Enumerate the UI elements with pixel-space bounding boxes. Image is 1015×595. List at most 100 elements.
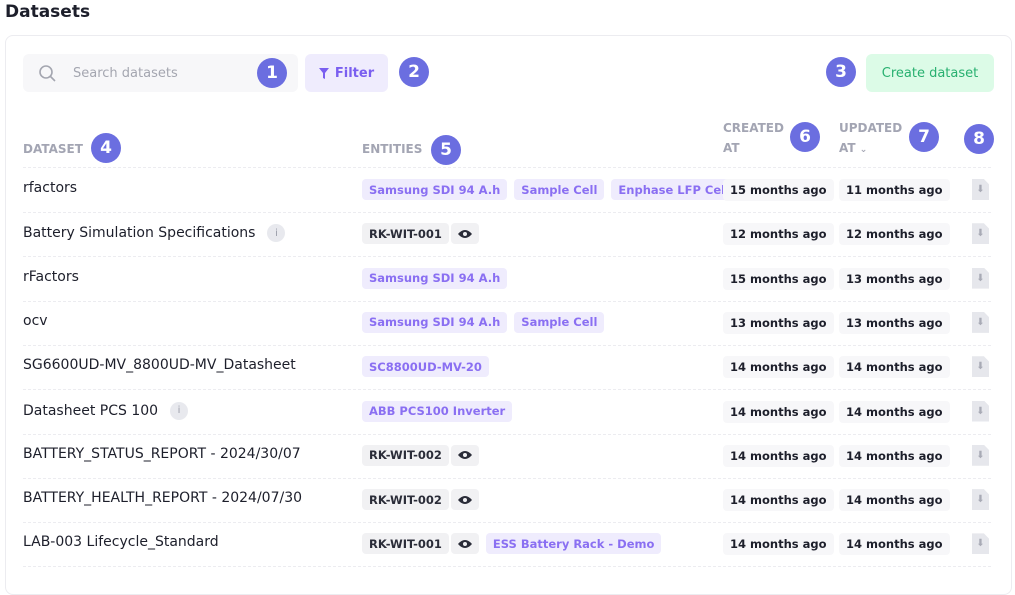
- download-icon[interactable]: ⬇: [972, 179, 989, 200]
- created-at: 15 months ago: [723, 267, 834, 290]
- download-icon[interactable]: ⬇: [972, 444, 989, 466]
- table-row[interactable]: BATTERY_STATUS_REPORT - 2024/30/07 RK-WI…: [0, 434, 1015, 479]
- dataset-name-cell[interactable]: SG6600UD-MV_8800UD-MV_Datasheet: [23, 357, 296, 373]
- eye-icon[interactable]: [450, 489, 479, 511]
- entities-cell: ABB PCS100 Inverter: [362, 400, 513, 422]
- entity-tag[interactable]: RK-WIT-002: [362, 444, 449, 466]
- dataset-name-cell[interactable]: rfactors: [23, 180, 77, 196]
- download-icon[interactable]: ⬇: [972, 311, 989, 333]
- column-header-updated-at[interactable]: UPDATED AT ⌄: [839, 118, 902, 160]
- marker-8: 8: [964, 124, 994, 154]
- updated-at: 13 months ago: [839, 267, 950, 290]
- dataset-name-cell[interactable]: ocv: [23, 313, 48, 329]
- entities-cell: RK-WIT-002: [362, 444, 479, 466]
- info-icon[interactable]: i: [170, 401, 189, 420]
- entities-cell: RK-WIT-001: [362, 223, 479, 245]
- chevron-down-icon: ⌄: [859, 145, 868, 155]
- entities-cell: Samsung SDI 94 A.h: [362, 267, 508, 289]
- filter-label: Filter: [334, 65, 375, 81]
- updated-at: 11 months ago: [839, 179, 950, 201]
- created-label-2: AT: [723, 141, 740, 155]
- column-header-dataset[interactable]: DATASET: [23, 139, 83, 159]
- dataset-name[interactable]: BATTERY_STATUS_REPORT - 2024/30/07: [23, 446, 301, 462]
- entity-tag[interactable]: RK-WIT-002: [362, 489, 449, 511]
- updated-at: 13 months ago: [839, 311, 950, 334]
- updated-at: 14 months ago: [839, 444, 950, 467]
- page-title: Datasets: [5, 2, 91, 22]
- download-icon[interactable]: ⬇: [972, 489, 989, 511]
- info-icon[interactable]: i: [267, 224, 286, 243]
- filter-button[interactable]: Filter: [305, 54, 388, 92]
- search-input[interactable]: [73, 54, 273, 92]
- entity-tag[interactable]: Sample Cell: [514, 179, 605, 200]
- created-at: 12 months ago: [723, 223, 834, 246]
- entity-tag[interactable]: ESS Battery Rack - Demo: [485, 533, 662, 555]
- entities-cell: Samsung SDI 94 A.h Sample Cell: [362, 311, 605, 333]
- table-row[interactable]: rFactors Samsung SDI 94 A.h 15 months ag…: [0, 257, 1015, 302]
- table-row[interactable]: ocv Samsung SDI 94 A.h Sample Cell 13 mon…: [0, 301, 1015, 346]
- entity-tag[interactable]: SC8800UD-MV-20: [362, 356, 489, 378]
- updated-at: 14 months ago: [839, 489, 950, 512]
- updated-label-1: UPDATED: [839, 121, 903, 135]
- eye-icon[interactable]: [450, 223, 479, 245]
- download-icon[interactable]: ⬇: [972, 533, 989, 555]
- entities-cell: RK-WIT-001 ESS Battery Rack - Demo: [362, 533, 662, 555]
- eye-icon[interactable]: [450, 533, 479, 555]
- created-label-1: CREATED: [723, 121, 784, 135]
- created-at: 14 months ago: [723, 489, 834, 512]
- row-divider: [23, 566, 991, 568]
- updated-at: 12 months ago: [839, 223, 950, 246]
- marker-2: 2: [399, 57, 429, 87]
- entities-cell: SC8800UD-MV-20: [362, 356, 489, 378]
- dataset-name[interactable]: Battery Simulation Specifications: [23, 225, 255, 241]
- marker-7: 7: [909, 122, 939, 152]
- dataset-name-cell[interactable]: Datasheet PCS 100 i: [23, 401, 189, 420]
- dataset-name-cell[interactable]: BATTERY_STATUS_REPORT - 2024/30/07: [23, 446, 301, 462]
- entity-tag[interactable]: Enphase LFP Cell: [611, 179, 737, 200]
- entity-tag[interactable]: ABB PCS100 Inverter: [362, 400, 513, 422]
- updated-at: 14 months ago: [839, 400, 950, 423]
- table-row[interactable]: rfactors Samsung SDI 94 A.h Sample Cell En…: [0, 168, 1015, 213]
- download-icon[interactable]: ⬇: [972, 356, 989, 378]
- dataset-name-cell[interactable]: BATTERY_HEALTH_REPORT - 2024/07/30: [23, 490, 302, 506]
- dataset-name[interactable]: SG6600UD-MV_8800UD-MV_Datasheet: [23, 357, 296, 373]
- dataset-name[interactable]: BATTERY_HEALTH_REPORT - 2024/07/30: [23, 490, 302, 506]
- dataset-name[interactable]: rfactors: [23, 180, 77, 196]
- table-row[interactable]: Battery Simulation Specifications i RK-WI…: [0, 212, 1015, 258]
- table-row[interactable]: Datasheet PCS 100 i ABB PCS100 Inverter 1…: [0, 390, 1015, 435]
- marker-3: 3: [826, 57, 856, 87]
- marker-6: 6: [790, 122, 820, 152]
- column-header-created-at[interactable]: CREATED AT: [723, 118, 784, 158]
- created-at: 14 months ago: [723, 533, 834, 556]
- dataset-name[interactable]: Datasheet PCS 100: [23, 403, 158, 419]
- dataset-name-cell[interactable]: Battery Simulation Specifications i: [23, 224, 286, 243]
- entity-tag[interactable]: Samsung SDI 94 A.h: [362, 311, 508, 333]
- marker-1: 1: [257, 58, 287, 88]
- dataset-name[interactable]: ocv: [23, 313, 48, 329]
- entity-tag[interactable]: Sample Cell: [514, 311, 605, 333]
- entity-tag[interactable]: RK-WIT-001: [362, 223, 449, 245]
- created-at: 15 months ago: [723, 179, 834, 201]
- download-icon[interactable]: ⬇: [972, 267, 989, 289]
- dataset-name-cell[interactable]: rFactors: [23, 269, 79, 285]
- table-row[interactable]: BATTERY_HEALTH_REPORT - 2024/07/30 RK-WI…: [0, 478, 1015, 524]
- download-icon[interactable]: ⬇: [972, 223, 989, 245]
- column-header-entities[interactable]: ENTITIES: [362, 139, 422, 159]
- updated-at: 14 months ago: [839, 356, 950, 379]
- entity-tag[interactable]: RK-WIT-001: [362, 533, 449, 555]
- marker-4: 4: [91, 133, 121, 163]
- table-row[interactable]: LAB-003 Lifecycle_Standard RK-WIT-001 ESS…: [0, 522, 1015, 568]
- entity-tag[interactable]: Samsung SDI 94 A.h: [362, 179, 508, 200]
- filter-icon: [318, 67, 329, 79]
- eye-icon[interactable]: [450, 444, 479, 466]
- create-dataset-button[interactable]: Create dataset: [866, 54, 994, 92]
- dataset-name[interactable]: LAB-003 Lifecycle_Standard: [23, 534, 219, 550]
- dataset-name[interactable]: rFactors: [23, 269, 79, 285]
- search-icon: [39, 65, 56, 82]
- created-at: 13 months ago: [723, 311, 834, 334]
- table-row[interactable]: SG6600UD-MV_8800UD-MV_Datasheet SC8800UD…: [0, 345, 1015, 391]
- download-icon[interactable]: ⬇: [972, 400, 989, 422]
- entity-tag[interactable]: Samsung SDI 94 A.h: [362, 267, 508, 289]
- created-at: 14 months ago: [723, 400, 834, 423]
- dataset-name-cell[interactable]: LAB-003 Lifecycle_Standard: [23, 534, 219, 550]
